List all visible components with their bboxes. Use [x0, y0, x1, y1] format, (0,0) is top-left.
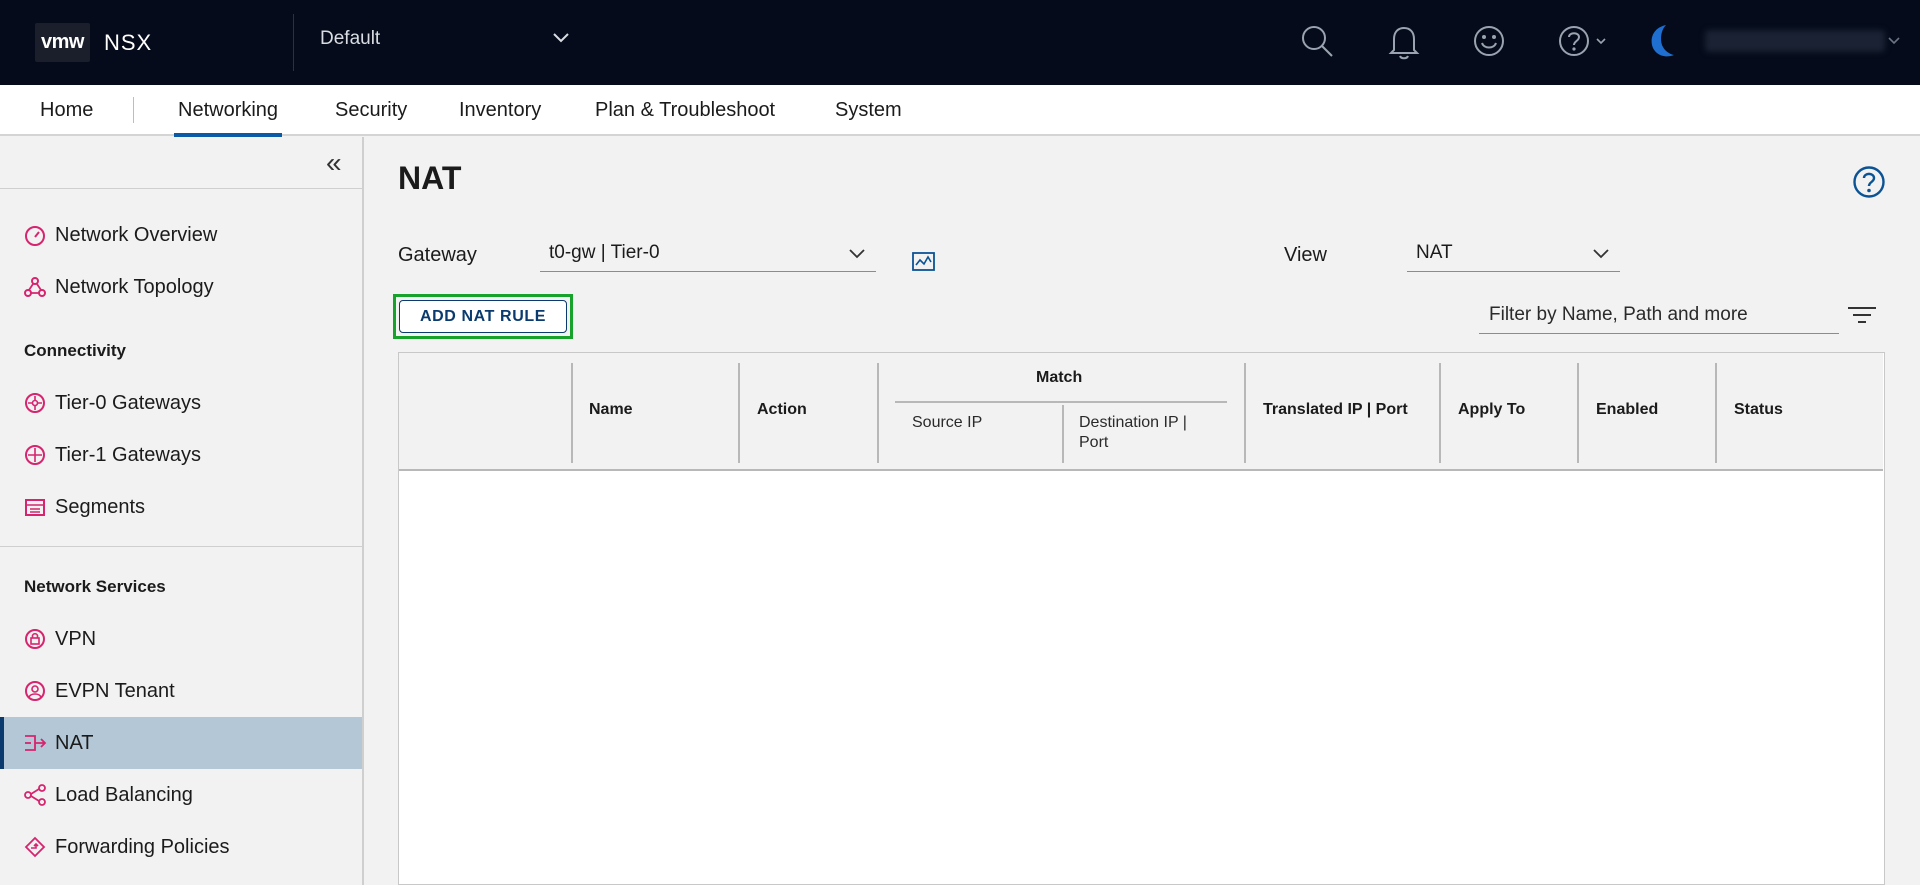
- column-separator[interactable]: [1439, 363, 1441, 463]
- segments-icon: [23, 495, 47, 519]
- sidebar-item-label: NAT: [55, 731, 94, 754]
- nav-networking[interactable]: Networking: [173, 99, 283, 137]
- column-separator[interactable]: [738, 363, 740, 463]
- column-separator[interactable]: [1244, 363, 1246, 463]
- sidebar-item-label: Tier-1 Gateways: [55, 443, 201, 466]
- sidebar-item-tier0-gateways[interactable]: Tier-0 Gateways: [0, 377, 362, 429]
- sidebar-item-label: Network Topology: [55, 275, 214, 298]
- evpn-icon: [23, 679, 47, 703]
- sidebar-item-network-overview[interactable]: Network Overview: [0, 209, 362, 261]
- nav-security[interactable]: Security: [335, 99, 407, 122]
- match-divider: [895, 401, 1227, 403]
- column-header-status[interactable]: Status: [1734, 401, 1783, 419]
- project-selector[interactable]: Default: [320, 28, 380, 50]
- page-help-icon[interactable]: [1852, 165, 1886, 199]
- nav-plan-troubleshoot[interactable]: Plan & Troubleshoot: [595, 99, 775, 122]
- sidebar-item-label: EVPN Tenant: [55, 679, 175, 702]
- gateway-select-value: t0-gw | Tier-0: [549, 242, 660, 263]
- nav-inventory[interactable]: Inventory: [459, 99, 541, 122]
- column-header-apply-to[interactable]: Apply To: [1458, 401, 1525, 419]
- column-separator[interactable]: [1062, 405, 1064, 463]
- topology-icon: [23, 275, 47, 299]
- vmw-logo: vmw: [35, 23, 90, 62]
- vpn-icon: [23, 627, 47, 651]
- sidebar-item-label: Tier-0 Gateways: [55, 391, 201, 414]
- sidebar-item-evpn-tenant[interactable]: EVPN Tenant: [0, 665, 362, 717]
- sidebar-item-label: Segments: [55, 495, 146, 518]
- forwarding-icon: [23, 835, 47, 859]
- column-separator[interactable]: [1715, 363, 1717, 463]
- main-nav: Home Networking Security Inventory Plan …: [0, 85, 1920, 137]
- sidebar-item-label: Load Balancing: [55, 783, 193, 806]
- gateway-chart-icon[interactable]: [912, 252, 935, 271]
- view-select[interactable]: NAT: [1407, 236, 1620, 272]
- view-label: View: [1284, 244, 1327, 266]
- sidebar-item-segments[interactable]: Segments: [0, 481, 362, 533]
- top-header: vmw NSX Default: [0, 0, 1920, 85]
- search-icon[interactable]: [1300, 24, 1334, 58]
- sidebar-item-vpn[interactable]: VPN: [0, 613, 362, 665]
- nat-rules-table: Name Action Match Source IP Destination …: [398, 352, 1885, 885]
- user-menu-redacted[interactable]: [1705, 30, 1885, 52]
- nav-system[interactable]: System: [835, 99, 902, 122]
- chevron-down-icon[interactable]: [552, 32, 570, 44]
- sidebar-item-nat[interactable]: NAT: [0, 717, 362, 769]
- column-header-action[interactable]: Action: [757, 401, 807, 419]
- network-services-heading: Network Services: [24, 577, 166, 596]
- view-select-value: NAT: [1416, 242, 1453, 263]
- column-separator[interactable]: [877, 363, 879, 463]
- load-balancing-icon: [23, 783, 47, 807]
- column-header-name[interactable]: Name: [589, 401, 633, 419]
- sidebar-divider: [0, 546, 362, 547]
- product-logo[interactable]: vmw NSX: [35, 23, 152, 62]
- gateway-icon: [23, 443, 47, 467]
- bell-icon[interactable]: [1387, 24, 1421, 60]
- chevron-down-icon: [1593, 249, 1609, 259]
- chevron-down-icon: [849, 249, 865, 259]
- sidebar-item-tier1-gateways[interactable]: Tier-1 Gateways: [0, 429, 362, 481]
- column-header-source-ip[interactable]: Source IP: [912, 413, 982, 433]
- sidebar-divider: [0, 188, 362, 189]
- help-icon[interactable]: [1557, 24, 1609, 58]
- nat-icon: [23, 731, 47, 755]
- column-header-destination[interactable]: Destination IP | Port: [1079, 413, 1219, 453]
- column-separator[interactable]: [1577, 363, 1579, 463]
- add-nat-rule-button[interactable]: ADD NAT RULE: [399, 300, 567, 333]
- dashboard-icon: [23, 223, 47, 247]
- connectivity-heading: Connectivity: [24, 341, 127, 360]
- filter-placeholder: Filter by Name, Path and more: [1489, 304, 1748, 325]
- gateway-icon: [23, 391, 47, 415]
- nav-home[interactable]: Home: [40, 99, 93, 122]
- sidebar-item-network-topology[interactable]: Network Topology: [0, 261, 362, 313]
- column-header-enabled[interactable]: Enabled: [1596, 401, 1658, 419]
- gateway-select[interactable]: t0-gw | Tier-0: [540, 236, 876, 272]
- column-header-translated[interactable]: Translated IP | Port: [1263, 401, 1408, 419]
- header-divider: [293, 14, 294, 71]
- page-title: NAT: [398, 160, 462, 196]
- sidebar-item-label: Forwarding Policies: [55, 835, 230, 858]
- sidebar: « Network Overview Network Topology Conn…: [0, 137, 364, 885]
- sidebar-item-load-balancing[interactable]: Load Balancing: [0, 769, 362, 821]
- collapse-sidebar-icon[interactable]: «: [326, 149, 342, 177]
- filter-icon[interactable]: [1847, 305, 1877, 325]
- sidebar-item-label: VPN: [55, 627, 97, 650]
- sidebar-item-label: Network Overview: [55, 223, 218, 246]
- nav-separator: [133, 97, 134, 123]
- smiley-icon[interactable]: [1472, 24, 1506, 58]
- moon-icon[interactable]: [1644, 22, 1680, 60]
- column-separator[interactable]: [571, 363, 573, 463]
- add-nat-rule-highlight: ADD NAT RULE: [393, 294, 573, 339]
- table-body: [399, 471, 1883, 883]
- filter-input[interactable]: Filter by Name, Path and more: [1479, 296, 1839, 334]
- user-chevron-icon[interactable]: [1888, 36, 1900, 46]
- gateway-label: Gateway: [398, 244, 477, 266]
- app-name: NSX: [103, 29, 153, 55]
- sidebar-item-forwarding-policies[interactable]: Forwarding Policies: [0, 821, 362, 873]
- column-header-match: Match: [1036, 369, 1083, 386]
- table-header: Name Action Match Source IP Destination …: [399, 353, 1883, 471]
